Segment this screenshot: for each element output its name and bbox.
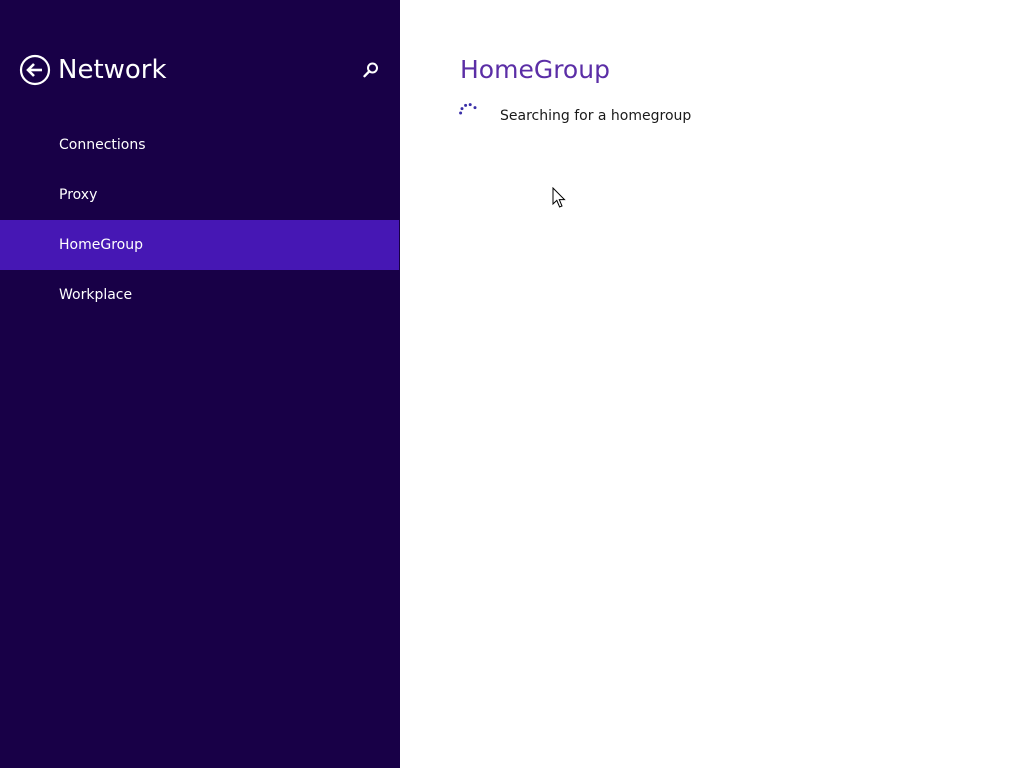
page-title: HomeGroup <box>460 55 610 84</box>
sidebar-item-label: Workplace <box>59 287 133 303</box>
sidebar-item-label: Proxy <box>59 187 98 203</box>
sidebar-item-homegroup[interactable]: HomeGroup <box>0 220 399 270</box>
status-text: Searching for a homegroup <box>500 108 692 124</box>
sidebar-header: Network <box>0 0 400 140</box>
back-button[interactable] <box>19 54 51 86</box>
nav-list: Connections Proxy HomeGroup Workplace <box>0 120 400 320</box>
sidebar-item-label: Connections <box>59 137 146 153</box>
main-content: HomeGroup Searching for a homegroup <box>400 0 1024 768</box>
back-arrow-circle-icon <box>19 54 51 86</box>
sidebar: Network Connections Proxy HomeGroup Work… <box>0 0 400 768</box>
search-button[interactable] <box>361 60 381 80</box>
sidebar-title: Network <box>58 55 167 85</box>
sidebar-item-workplace[interactable]: Workplace <box>0 270 399 320</box>
sidebar-item-label: HomeGroup <box>59 237 143 253</box>
sidebar-item-proxy[interactable]: Proxy <box>0 170 399 220</box>
progress-ring-icon <box>459 103 477 115</box>
sidebar-item-connections[interactable]: Connections <box>0 120 399 170</box>
search-icon <box>363 62 378 78</box>
